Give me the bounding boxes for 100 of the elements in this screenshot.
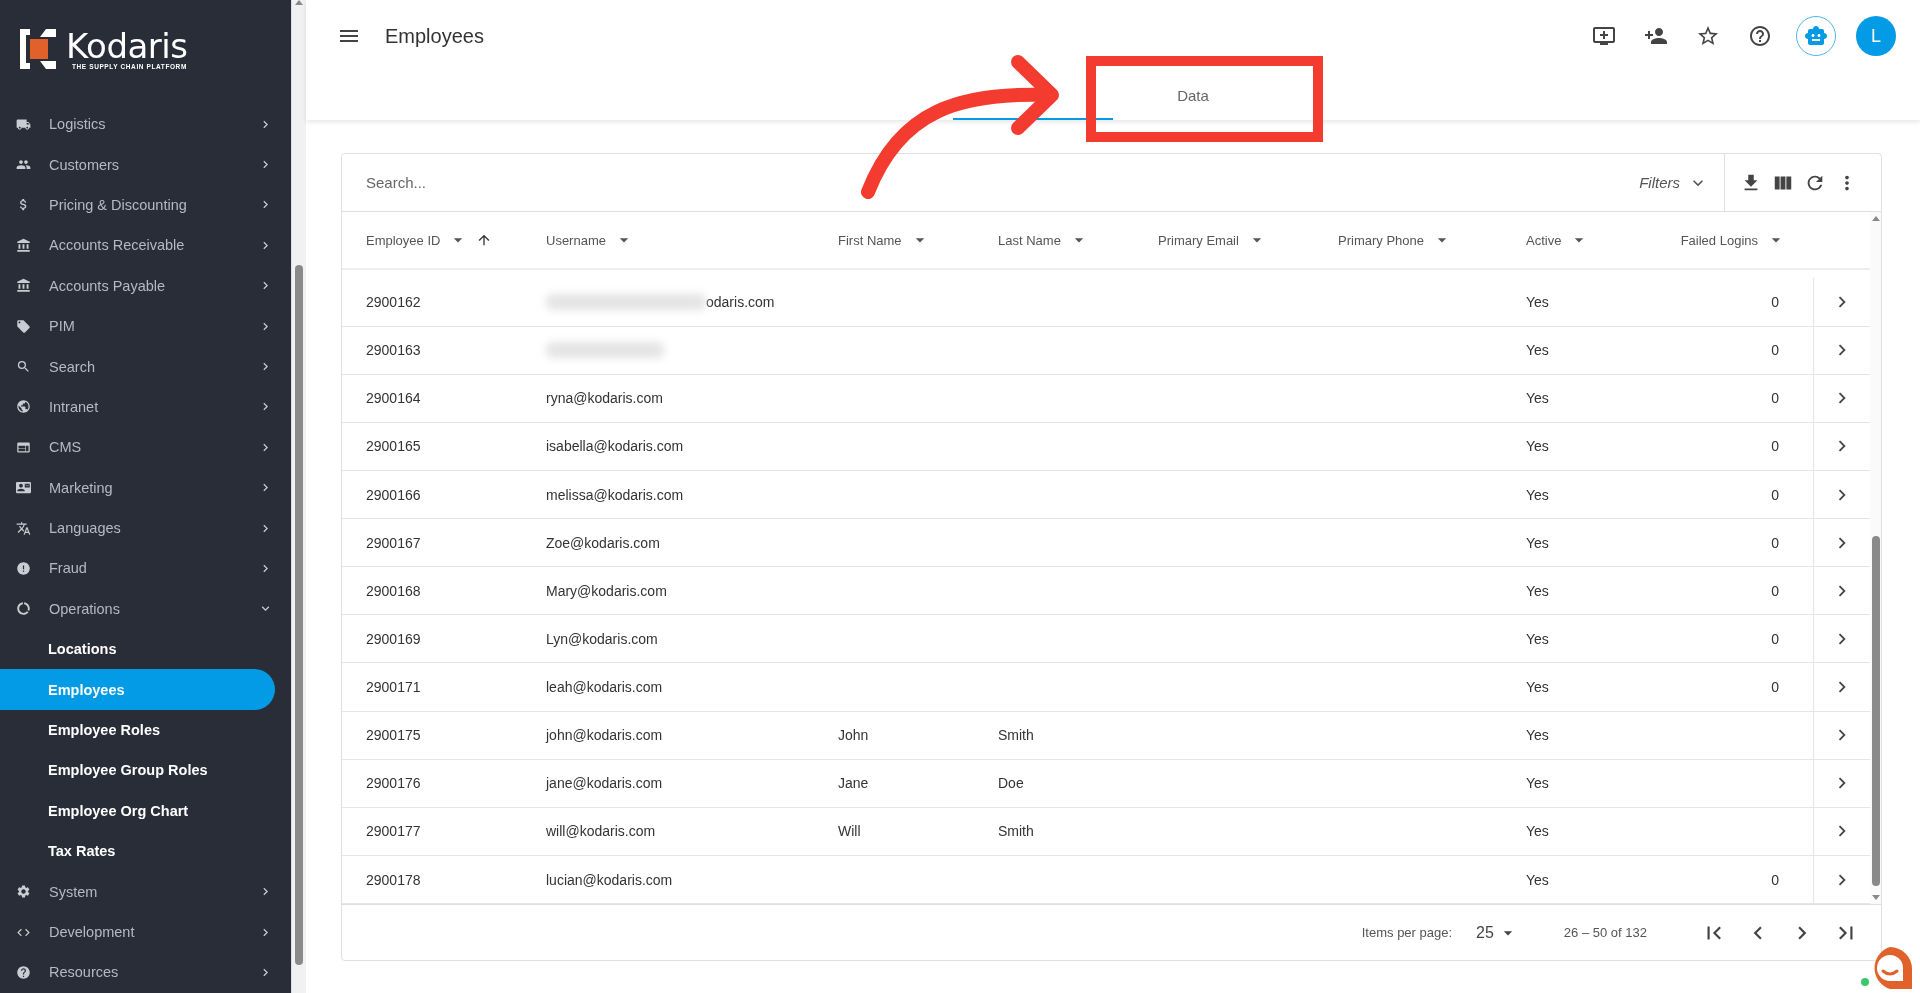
table-cell: 0	[1771, 534, 1779, 551]
table-cell: Yes	[1526, 342, 1549, 359]
table-cell: Yes	[1526, 679, 1549, 696]
table-cell: 2900178	[366, 871, 421, 888]
filters-button[interactable]: Filters	[1623, 154, 1725, 211]
table-cell: Yes	[1526, 534, 1549, 551]
table-cell: leah@kodaris.com	[546, 679, 663, 696]
sidebar-item[interactable]: Pricing & Discounting	[0, 184, 291, 226]
sidebar-item[interactable]: CMS	[0, 427, 291, 468]
table-cell: Yes	[1526, 823, 1549, 840]
sidebar-item[interactable]: Accounts Receivable	[0, 225, 291, 266]
table-cell: isabella@kodaris.com	[546, 438, 684, 455]
sidebar-item[interactable]: Intranet	[0, 386, 291, 428]
table-cell: will@kodaris.com	[546, 823, 656, 840]
table-cell: odaris.com	[706, 294, 775, 311]
scroll-thumb[interactable]	[1871, 535, 1880, 886]
scroll-up-icon[interactable]	[1871, 216, 1880, 221]
scroll-down-icon[interactable]	[1871, 895, 1880, 900]
table-cell: Yes	[1526, 582, 1549, 599]
table-cell: Yes	[1526, 871, 1549, 888]
table-cell: jane@kodaris.com	[546, 775, 663, 792]
table-cell: 2900171	[366, 679, 421, 696]
brand-name: Kodaris	[66, 28, 188, 63]
alert-icon	[16, 561, 31, 576]
sidebar-item[interactable]: Logistics	[0, 104, 291, 145]
help-icon	[16, 964, 31, 980]
sidebar-subitem[interactable]: Employee Org Chart	[0, 790, 275, 832]
table-cell: 2900164	[366, 390, 421, 407]
table-cell: 0	[1771, 582, 1779, 599]
table-cell: 0	[1771, 679, 1779, 696]
table-cell: Doe	[998, 775, 1024, 792]
sidebar-item[interactable]: System	[0, 871, 291, 912]
column-header[interactable]: Failed Logins	[1680, 232, 1758, 248]
column-header[interactable]: First Name	[838, 232, 902, 248]
table-cell: 2900167	[366, 534, 421, 551]
sidebar-item[interactable]: Fraud	[0, 548, 291, 589]
tag-icon	[16, 318, 31, 334]
globe-icon	[16, 399, 31, 415]
items-per-page-label: Items per page:	[1361, 925, 1453, 940]
tab[interactable]: Data	[1113, 72, 1273, 120]
table-cell: Yes	[1526, 390, 1549, 407]
column-header[interactable]: Primary Phone	[1338, 232, 1424, 248]
table-cell: Yes	[1526, 727, 1549, 744]
logo-icon	[18, 27, 58, 71]
table-cell: 0	[1771, 871, 1779, 888]
table-cell: Zoe@kodaris.com	[546, 534, 660, 551]
contact-card-icon	[16, 480, 31, 496]
chat-widget-icon[interactable]	[1860, 945, 1914, 989]
table-cell: Mary@kodaris.com	[546, 582, 667, 599]
table-cell: lucian@kodaris.com	[546, 871, 673, 888]
table-cell: 0	[1771, 294, 1779, 311]
column-header[interactable]: Username	[546, 232, 606, 248]
robot-icon[interactable]	[1804, 24, 1828, 48]
table-cell: Will	[838, 823, 861, 840]
sidebar-subitem[interactable]: Employee Group Roles	[0, 750, 275, 791]
table-cell: Smith	[998, 823, 1034, 840]
table-cell: 2900166	[366, 486, 421, 503]
sidebar-item[interactable]: Accounts Payable	[0, 265, 291, 306]
column-header[interactable]: Active	[1526, 232, 1562, 248]
sidebar-subitem[interactable]: Locations	[0, 629, 275, 670]
table-cell: 2900176	[366, 775, 421, 792]
column-header[interactable]: Last Name	[998, 232, 1061, 248]
sidebar-item[interactable]: Customers	[0, 144, 291, 185]
table-cell: 0	[1771, 438, 1779, 455]
sidebar-item[interactable]: Search	[0, 346, 291, 387]
table-cell: Yes	[1526, 438, 1549, 455]
sidebar-item[interactable]: Development	[0, 911, 291, 953]
table-cell: 2900168	[366, 582, 421, 599]
translate-icon	[16, 520, 31, 536]
column-header[interactable]: Primary Email	[1158, 232, 1239, 248]
table-cell: Yes	[1526, 294, 1549, 311]
sidebar-item[interactable]: Languages	[0, 507, 291, 549]
table-cell: Yes	[1526, 775, 1549, 792]
table-cell: Lyn@kodaris.com	[546, 630, 658, 647]
sidebar-subitem[interactable]: Employee Roles	[0, 709, 275, 751]
robot-button[interactable]	[1796, 16, 1836, 56]
table-cell: Yes	[1526, 486, 1549, 503]
table-cell: Smith	[998, 727, 1034, 744]
column-header[interactable]: Employee ID	[366, 232, 441, 248]
sidebar-item[interactable]: Marketing	[0, 467, 291, 508]
scroll-thumb[interactable]	[295, 265, 303, 965]
table-cell: ryna@kodaris.com	[546, 390, 663, 407]
sidebar-item[interactable]: Resources	[0, 952, 291, 993]
table-cell: 2900169	[366, 630, 421, 647]
table-cell: 2900162	[366, 294, 421, 311]
table-cell: john@kodaris.com	[546, 727, 663, 744]
items-per-page-select[interactable]: 25	[1470, 921, 1524, 944]
table-cell: 2900163	[366, 342, 421, 359]
page-range: 26 – 50 of 132	[1563, 925, 1647, 940]
sidebar-item[interactable]: PIM	[0, 305, 291, 347]
table-cell: 0	[1771, 630, 1779, 647]
sidebar-item[interactable]: Operations	[0, 588, 291, 630]
sidebar-subitem[interactable]: Tax Rates	[0, 831, 275, 872]
bank-icon	[16, 278, 31, 294]
page-title: Employees	[385, 24, 485, 48]
table-cell: 2900165	[366, 438, 421, 455]
table-cell: Jane	[838, 775, 869, 792]
table-cell: John	[838, 727, 869, 744]
pie-icon	[16, 601, 31, 617]
scroll-up-icon[interactable]	[295, 0, 303, 5]
